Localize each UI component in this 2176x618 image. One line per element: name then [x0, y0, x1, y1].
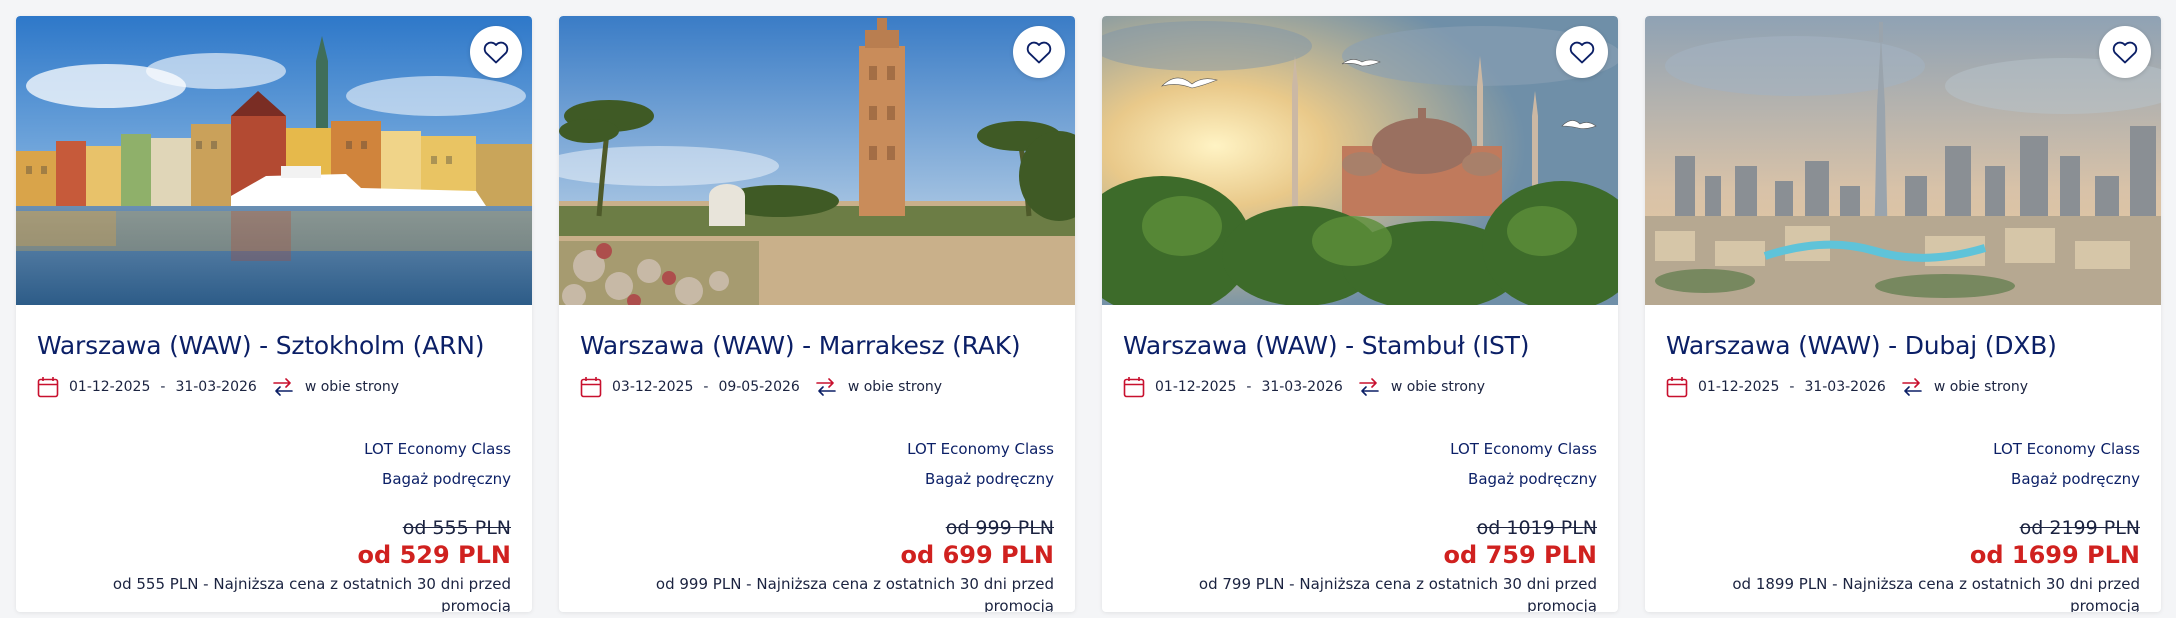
- price-note-line2: promocją: [984, 597, 1054, 612]
- promo-price: od 1699 PLN: [1969, 541, 2140, 569]
- heart-outline-icon: [1569, 41, 1595, 64]
- promo-price: od 699 PLN: [900, 541, 1054, 569]
- cabin-class: LOT Economy Class: [1450, 440, 1597, 458]
- date-separator: -: [703, 379, 709, 395]
- marrakesh-minaret-image: [559, 16, 1075, 305]
- calendar-icon: [1123, 377, 1145, 398]
- offer-card-dubai[interactable]: Warszawa (WAW) - Dubaj (DXB) 01-12-2025 …: [1645, 16, 2161, 612]
- cabin-class: LOT Economy Class: [907, 440, 1054, 458]
- old-price: od 555 PLN: [402, 517, 511, 539]
- date-from: 03-12-2025: [612, 379, 694, 395]
- cabin-class: LOT Economy Class: [364, 440, 511, 458]
- heart-outline-icon: [2112, 41, 2138, 64]
- stockholm-harbor-image: [16, 16, 532, 305]
- price-note-line1: od 555 PLN - Najniższa cena z ostatnich …: [112, 575, 511, 593]
- price-note-line1: od 799 PLN - Najniższa cena z ostatnich …: [1198, 575, 1597, 593]
- trip-type: w obie strony: [1390, 379, 1486, 395]
- baggage-info: Bagaż podręczny: [2011, 470, 2140, 488]
- offer-card-istanbul[interactable]: Warszawa (WAW) - Stambuł (IST) 01-12-202…: [1102, 16, 1618, 612]
- route-title[interactable]: Warszawa (WAW) - Dubaj (DXB): [1666, 331, 2140, 360]
- price-note: od 555 PLN - Najniższa cena z ostatnich …: [37, 573, 511, 612]
- calendar-icon: [580, 377, 602, 398]
- trip-meta: 03-12-2025 - 09-05-2026 w obie strony: [580, 374, 1054, 400]
- route-title[interactable]: Warszawa (WAW) - Marrakesz (RAK): [580, 331, 1054, 360]
- price-note-line2: promocją: [441, 597, 511, 612]
- dubai-skyline-image: [1645, 16, 2161, 305]
- calendar-icon: [37, 377, 59, 398]
- price-note-line1: od 999 PLN - Najniższa cena z ostatnich …: [655, 575, 1054, 593]
- favorite-button[interactable]: [2099, 26, 2151, 78]
- destination-photo: [559, 16, 1075, 305]
- round-trip-arrows-icon: [1359, 378, 1379, 396]
- baggage-info: Bagaż podręczny: [382, 470, 511, 488]
- trip-meta: 01-12-2025 - 31-03-2026 w obie strony: [1123, 374, 1597, 400]
- offers-row: Warszawa (WAW) - Sztokholm (ARN) 01-12-2…: [16, 16, 2161, 612]
- old-price: od 2199 PLN: [2019, 517, 2140, 539]
- old-price: od 999 PLN: [945, 517, 1054, 539]
- calendar-icon: [1666, 377, 1688, 398]
- date-to: 31-03-2026: [1261, 379, 1343, 395]
- favorite-button[interactable]: [1013, 26, 1065, 78]
- promo-price: od 759 PLN: [1443, 541, 1597, 569]
- trip-meta: 01-12-2025 - 31-03-2026 w obie strony: [1666, 374, 2140, 400]
- price-note-line2: promocją: [2070, 597, 2140, 612]
- route-title[interactable]: Warszawa (WAW) - Stambuł (IST): [1123, 331, 1597, 360]
- date-separator: -: [1246, 379, 1252, 395]
- date-to: 31-03-2026: [175, 379, 257, 395]
- date-to: 31-03-2026: [1804, 379, 1886, 395]
- price-note: od 999 PLN - Najniższa cena z ostatnich …: [580, 573, 1054, 612]
- date-from: 01-12-2025: [1698, 379, 1780, 395]
- route-title[interactable]: Warszawa (WAW) - Sztokholm (ARN): [37, 331, 511, 360]
- baggage-info: Bagaż podręczny: [925, 470, 1054, 488]
- round-trip-arrows-icon: [273, 378, 293, 396]
- old-price: od 1019 PLN: [1476, 517, 1597, 539]
- offer-card-marrakesh[interactable]: Warszawa (WAW) - Marrakesz (RAK) 03-12-2…: [559, 16, 1075, 612]
- trip-type: w obie strony: [847, 379, 943, 395]
- date-separator: -: [1789, 379, 1795, 395]
- date-separator: -: [160, 379, 166, 395]
- offer-card-stockholm[interactable]: Warszawa (WAW) - Sztokholm (ARN) 01-12-2…: [16, 16, 532, 612]
- trip-type: w obie strony: [1933, 379, 2029, 395]
- trip-meta: 01-12-2025 - 31-03-2026 w obie strony: [37, 374, 511, 400]
- baggage-info: Bagaż podręczny: [1468, 470, 1597, 488]
- heart-outline-icon: [1026, 41, 1052, 64]
- round-trip-arrows-icon: [1902, 378, 1922, 396]
- date-from: 01-12-2025: [69, 379, 151, 395]
- price-note: od 1899 PLN - Najniższa cena z ostatnich…: [1666, 573, 2140, 612]
- cabin-class: LOT Economy Class: [1993, 440, 2140, 458]
- istanbul-hagia-sophia-image: [1102, 16, 1618, 305]
- trip-type: w obie strony: [304, 379, 400, 395]
- date-from: 01-12-2025: [1155, 379, 1237, 395]
- promo-price: od 529 PLN: [357, 541, 511, 569]
- date-to: 09-05-2026: [718, 379, 800, 395]
- destination-photo: [1645, 16, 2161, 305]
- favorite-button[interactable]: [1556, 26, 1608, 78]
- price-note-line1: od 1899 PLN - Najniższa cena z ostatnich…: [1732, 575, 2140, 593]
- destination-photo: [16, 16, 532, 305]
- round-trip-arrows-icon: [816, 378, 836, 396]
- heart-outline-icon: [483, 41, 509, 64]
- destination-photo: [1102, 16, 1618, 305]
- price-note: od 799 PLN - Najniższa cena z ostatnich …: [1123, 573, 1597, 612]
- price-note-line2: promocją: [1527, 597, 1597, 612]
- favorite-button[interactable]: [470, 26, 522, 78]
